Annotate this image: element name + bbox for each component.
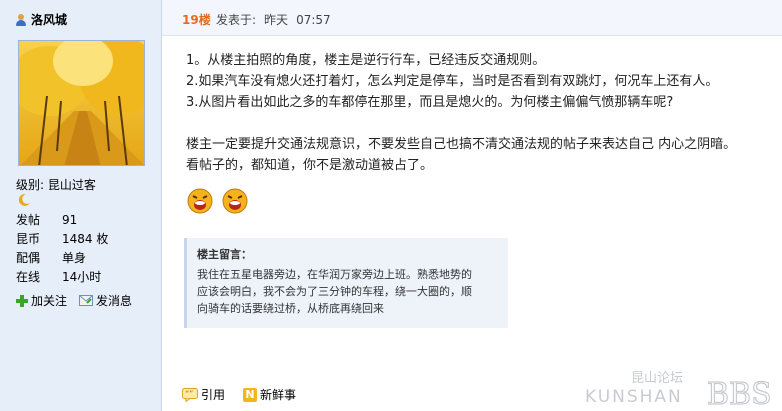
stat-value: 单身 xyxy=(62,251,87,265)
floor-number[interactable]: 19楼 xyxy=(182,11,211,28)
username[interactable]: 洛风城 xyxy=(31,11,67,28)
post-footer: “” 引用 N 新鲜事 xyxy=(182,386,296,403)
author-note-line: 我住在五星电器旁边，在华润万家旁边上班。熟悉地势的 xyxy=(197,268,472,281)
follow-label: 加关注 xyxy=(31,294,68,308)
username-row[interactable]: 洛风城 xyxy=(14,11,67,28)
fresh-news-label: 新鲜事 xyxy=(260,388,297,402)
stat-label: 配偶 xyxy=(16,251,41,265)
mail-icon xyxy=(79,295,94,306)
watermark-en: KUNSHAN xyxy=(585,387,683,407)
svg-text:“”: “” xyxy=(185,389,193,398)
kunshan-bbs-watermark: 昆山论坛 KUNSHAN BBS xyxy=(585,366,775,411)
stat-row-posts: 发帖 91 xyxy=(16,211,108,230)
stat-row-online: 在线 14小时 xyxy=(16,268,108,287)
watermark-cn: 昆山论坛 xyxy=(631,371,683,386)
watermark-bbs: BBS xyxy=(707,377,772,408)
post-line: 看帖子的，都知道，你不是激动道被占了。 xyxy=(186,158,434,173)
quote-label: 引用 xyxy=(201,388,226,402)
post-time: 07:57 xyxy=(296,13,331,27)
laughing-emoji-icon xyxy=(187,188,213,214)
post-header: 19楼 发表于: 昨天 07:57 xyxy=(162,0,782,36)
posted-label: 发表于: xyxy=(216,13,257,27)
author-note: 楼主留言： 我住在五星电器旁边，在华润万家旁边上班。熟悉地势的 应该会明白，我不… xyxy=(184,238,508,328)
post-line: 楼主一定要提升交通法规意识，不要发些自己也搞不清交通法规的帖子来表达自己 内心之… xyxy=(186,137,737,152)
user-icon xyxy=(14,13,28,27)
user-actions: 加关注 发消息 xyxy=(16,292,132,309)
moon-icon xyxy=(18,193,30,206)
stat-row-coins: 昆币 1484 枚 xyxy=(16,230,108,249)
post-meta: 发表于: 昨天 07:57 xyxy=(216,11,339,28)
user-stats: 发帖 91 昆币 1484 枚 配偶 单身 在线 14小时 xyxy=(16,211,108,287)
plus-icon xyxy=(16,294,28,307)
stat-label: 在线 xyxy=(16,270,41,284)
stat-label: 昆币 xyxy=(16,232,41,246)
laughing-emoji-icon xyxy=(222,188,248,214)
user-sidebar: 洛风城 级别: 昆山过客 发帖 91 昆币 1484 枚 配偶 单身 在线 14… xyxy=(0,0,162,411)
stat-label: 发帖 xyxy=(16,213,41,227)
quote-icon: “” xyxy=(182,387,198,402)
stat-value: 91 xyxy=(62,213,78,227)
post-content: 1。从楼主拍照的角度，楼主是逆行行车，已经违反交通规则。 2.如果汽车没有熄火还… xyxy=(186,50,782,176)
message-label: 发消息 xyxy=(96,294,133,308)
stat-value: 1484 枚 xyxy=(62,232,109,246)
stat-row-spouse: 配偶 单身 xyxy=(16,249,108,268)
follow-button[interactable]: 加关注 xyxy=(16,292,67,309)
post-line: 3.从图片看出如此之多的车都停在那里，而且是熄火的。为何楼主偏偏气愤那辆车呢? xyxy=(186,95,674,110)
user-level: 级别: 昆山过客 xyxy=(16,178,96,192)
quote-button[interactable]: “” 引用 xyxy=(182,386,225,403)
avatar[interactable] xyxy=(18,40,145,166)
message-button[interactable]: 发消息 xyxy=(79,292,132,309)
post-date: 昨天 xyxy=(264,13,289,27)
post-line: 1。从楼主拍照的角度，楼主是逆行行车，已经违反交通规则。 xyxy=(186,53,546,68)
author-note-line: 向骑车的话要绕过桥，从桥底再绕回来 xyxy=(197,302,384,315)
author-note-line: 应该会明白，我不会为了三分钟的车程，绕一大圈的，顺 xyxy=(197,285,472,298)
fresh-news-icon: N xyxy=(243,387,258,402)
stat-value: 14小时 xyxy=(62,270,102,284)
author-note-title: 楼主留言： xyxy=(197,248,252,261)
fresh-news-button[interactable]: N 新鲜事 xyxy=(243,386,296,403)
emoji-row xyxy=(186,186,249,214)
post-line: 2.如果汽车没有熄火还打着灯，怎么判定是停车，当时是否看到有双跳灯，何况车上还有… xyxy=(186,74,719,89)
